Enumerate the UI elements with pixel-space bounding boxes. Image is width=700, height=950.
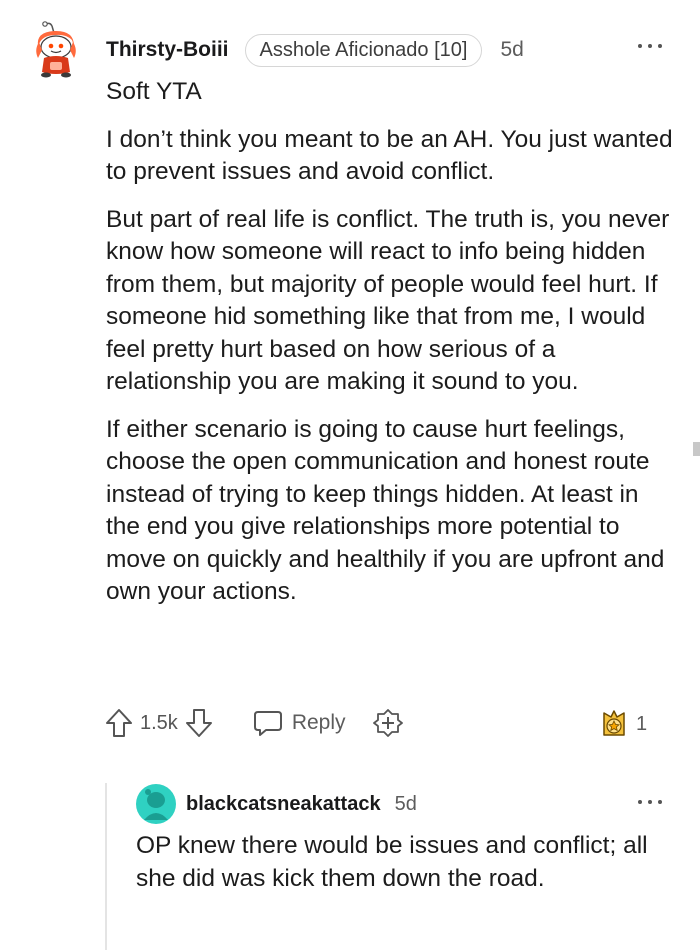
comment-paragraph: Soft YTA [106, 78, 202, 105]
comment-paragraph: But part of real life is conflict. The t… [106, 205, 670, 396]
award-count: 1 [636, 712, 648, 735]
reply-header: blackcatsneakattack 5d [186, 790, 417, 818]
received-awards[interactable]: 1 [598, 708, 647, 740]
reply-author[interactable]: blackcatsneakattack [186, 793, 381, 816]
give-award-icon [372, 709, 403, 737]
more-options-icon[interactable] [638, 36, 662, 56]
give-award-button[interactable] [372, 707, 404, 739]
comment-paragraph: If either scenario is going to cause hur… [106, 415, 665, 606]
comment-paragraph: I don’t think you meant to be an AH. You… [106, 125, 673, 186]
reply-timestamp: 5d [394, 792, 417, 815]
snoo-avatar-icon[interactable] [136, 784, 176, 824]
vote-count: 1.5k [140, 711, 178, 734]
reply-body: OP knew there would be issues and confli… [136, 832, 648, 892]
thread-line[interactable] [105, 783, 107, 950]
upvote-button[interactable] [104, 707, 134, 739]
comment-action-bar: 1.5k Reply [104, 704, 664, 742]
reply-button[interactable]: Reply [252, 708, 346, 738]
snoo-avatar-icon[interactable] [30, 20, 82, 78]
reply-label: Reply [291, 711, 346, 734]
scrollbar-thumb[interactable] [693, 442, 700, 456]
downvote-arrow-icon [185, 709, 212, 737]
comment-timestamp: 5d [500, 38, 524, 61]
award-badge-icon [603, 710, 625, 736]
user-flair: Asshole Aficionado [10] [244, 33, 483, 67]
downvote-button[interactable] [184, 707, 214, 739]
reply-bubble-icon [253, 711, 282, 736]
comment-header: Thirsty-Boiii Asshole Aficionado [10] 5d [106, 33, 524, 67]
upvote-arrow-icon [106, 709, 132, 737]
comment-author[interactable]: Thirsty-Boiii [106, 38, 229, 62]
comment-body: Soft YTA I don’t think you meant to be a… [106, 76, 676, 624]
more-options-icon[interactable] [638, 794, 662, 810]
